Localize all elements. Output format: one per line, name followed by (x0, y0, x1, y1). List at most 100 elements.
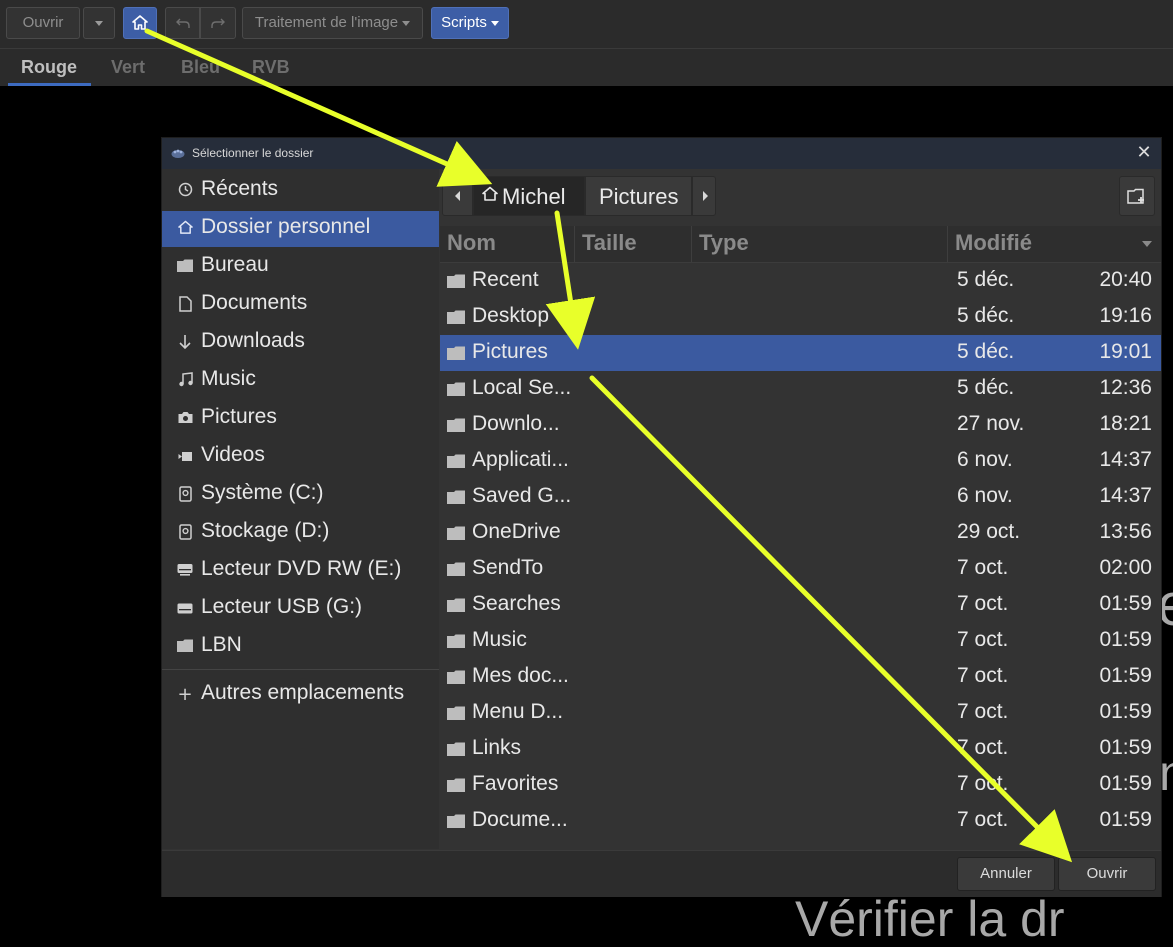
file-row[interactable]: Downlo... 27 nov. 18:21 (440, 407, 1161, 443)
tab-bleu[interactable]: Bleu (181, 57, 220, 78)
sidebar-item-label: Récents (201, 177, 279, 200)
sidebar-item-pictures[interactable]: Pictures (162, 401, 439, 437)
file-modified-time: 01:59 (1099, 592, 1152, 615)
sidebar-item-documents[interactable]: Documents (162, 287, 439, 323)
folder-icon (176, 258, 194, 276)
column-header-size[interactable]: Taille (582, 230, 637, 256)
column-divider (947, 226, 948, 262)
file-modified-date: 27 nov. (957, 412, 1025, 435)
column-header-type[interactable]: Type (699, 230, 749, 256)
file-row[interactable]: SendTo 7 oct. 02:00 (440, 551, 1161, 587)
path-segment-pictures[interactable]: Pictures (585, 176, 692, 216)
file-modified-date: 5 déc. (957, 304, 1015, 327)
image-processing-menu[interactable]: Traitement de l'image (242, 7, 423, 39)
tab-vert[interactable]: Vert (111, 57, 145, 78)
open-folder-button[interactable]: Ouvrir (1058, 857, 1156, 891)
image-processing-label: Traitement de l'image (254, 14, 399, 31)
video-icon (176, 448, 194, 466)
file-row[interactable]: OneDrive 29 oct. 13:56 (440, 515, 1161, 551)
file-modified-date: 7 oct. (957, 664, 1009, 687)
sidebar-item-recent[interactable]: Récents (162, 173, 439, 209)
file-modified-time: 01:59 (1099, 772, 1152, 795)
sidebar-item-label: Dossier personnel (201, 215, 371, 238)
file-modified-date: 29 oct. (957, 520, 1021, 543)
sidebar-item-label: Pictures (201, 405, 277, 428)
file-row[interactable]: Music 7 oct. 01:59 (440, 623, 1161, 659)
tab-rvb[interactable]: RVB (252, 57, 290, 78)
file-row[interactable]: Docume... 7 oct. 01:59 (440, 803, 1161, 839)
cancel-button[interactable]: Annuler (957, 857, 1055, 891)
background-text: n (1159, 745, 1173, 801)
file-row[interactable]: Saved G... 6 nov. 14:37 (440, 479, 1161, 515)
folder-icon (176, 638, 194, 656)
file-modified-time: 02:00 (1099, 556, 1152, 579)
sidebar-item-other-locations[interactable]: + Autres emplacements (162, 677, 439, 713)
file-modified-time: 14:37 (1099, 448, 1152, 471)
tab-rouge[interactable]: Rouge (21, 57, 77, 78)
download-icon (176, 334, 194, 352)
path-segment-michel[interactable]: Michel (473, 176, 585, 216)
new-folder-button[interactable] (1119, 176, 1155, 216)
file-row[interactable]: Desktop 5 déc. 19:16 (440, 299, 1161, 335)
path-segment-label: Pictures (599, 184, 679, 209)
file-name: Links (472, 736, 522, 759)
path-back-button[interactable] (442, 176, 473, 216)
file-name: SendTo (472, 556, 544, 579)
file-row[interactable]: Searches 7 oct. 01:59 (440, 587, 1161, 623)
document-icon (176, 296, 194, 314)
folder-icon (447, 778, 465, 792)
file-modified-time: 01:59 (1099, 700, 1152, 723)
folder-icon (447, 526, 465, 540)
column-header-name[interactable]: Nom (447, 230, 496, 256)
open-dropdown-button[interactable] (83, 7, 115, 39)
file-row[interactable]: Applicati... 6 nov. 14:37 (440, 443, 1161, 479)
file-row[interactable]: Menu D... 7 oct. 01:59 (440, 695, 1161, 731)
sidebar-item-usb-g[interactable]: Lecteur USB (G:) (162, 591, 439, 627)
folder-icon (447, 670, 465, 684)
folder-icon (447, 490, 465, 504)
app-icon (171, 149, 185, 158)
file-row[interactable]: Local Se... 5 déc. 12:36 (440, 371, 1161, 407)
file-modified-time: 13:56 (1099, 520, 1152, 543)
file-row[interactable]: Favorites 7 oct. 01:59 (440, 767, 1161, 803)
file-modified-date: 7 oct. (957, 700, 1009, 723)
close-icon: ✕ (1136, 142, 1152, 163)
file-list: Nom Taille Type Modifié Recent 5 déc. 20:4… (440, 226, 1161, 850)
sidebar-item-label: LBN (201, 633, 242, 656)
sidebar-item-dvd-e[interactable]: Lecteur DVD RW (E:) (162, 553, 439, 589)
file-modified-date: 7 oct. (957, 592, 1009, 615)
sidebar-item-lbn[interactable]: LBN (162, 629, 439, 665)
path-forward-button[interactable] (692, 176, 716, 216)
chevron-right-icon (703, 191, 708, 201)
file-name: Searches (472, 592, 561, 615)
open-button[interactable]: Ouvrir (6, 7, 80, 39)
file-row[interactable]: Recent 5 déc. 20:40 (440, 263, 1161, 299)
folder-icon (447, 598, 465, 612)
sidebar-item-desktop[interactable]: Bureau (162, 249, 439, 285)
sidebar-item-system-c[interactable]: Système (C:) (162, 477, 439, 513)
sidebar-item-music[interactable]: Music (162, 363, 439, 399)
dialog-titlebar[interactable]: Sélectionner le dossier ✕ (162, 138, 1161, 169)
sidebar-item-label: Documents (201, 291, 308, 314)
file-modified-time: 12:36 (1099, 376, 1152, 399)
file-modified-date: 6 nov. (957, 484, 1013, 507)
sidebar-item-storage-d[interactable]: Stockage (D:) (162, 515, 439, 551)
file-name: Docume... (472, 808, 568, 831)
scripts-menu[interactable]: Scripts (431, 7, 509, 39)
file-name: Local Se... (472, 376, 572, 399)
file-modified-time: 19:01 (1099, 340, 1152, 363)
sidebar-item-label: Videos (201, 443, 265, 466)
sidebar-item-videos[interactable]: Videos (162, 439, 439, 475)
file-row[interactable]: Pictures 5 déc. 19:01 (440, 335, 1161, 371)
undo-button[interactable] (165, 7, 200, 39)
home-button[interactable] (123, 7, 157, 39)
column-header-modified[interactable]: Modifié (955, 230, 1032, 256)
file-row[interactable]: Links 7 oct. 01:59 (440, 731, 1161, 767)
sidebar-item-downloads[interactable]: Downloads (162, 325, 439, 361)
sidebar-item-label: Downloads (201, 329, 305, 352)
file-row[interactable]: Mes doc... 7 oct. 01:59 (440, 659, 1161, 695)
close-button[interactable]: ✕ (1133, 142, 1155, 164)
sidebar-item-home[interactable]: Dossier personnel (162, 211, 439, 247)
sidebar-item-label: Lecteur USB (G:) (201, 595, 363, 618)
redo-button[interactable] (200, 7, 236, 39)
